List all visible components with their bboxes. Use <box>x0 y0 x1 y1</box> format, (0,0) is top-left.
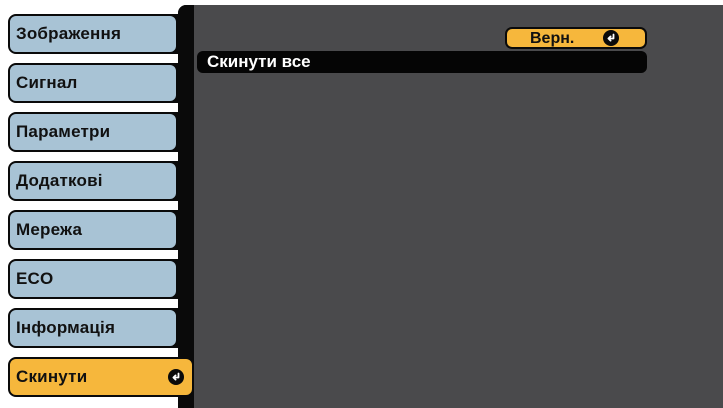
menu-item-label: Додаткові <box>16 171 103 190</box>
menu-item-label: Інформація <box>16 318 116 337</box>
menu-item-label: Параметри <box>16 122 111 141</box>
reset-all-option[interactable]: Скинути все <box>197 51 647 73</box>
menu-item-information[interactable]: Інформація <box>8 308 194 348</box>
back-button-label: Верн. <box>530 30 575 47</box>
menu-item-extended[interactable]: Додаткові <box>8 161 194 201</box>
menu-item-label: Сигнал <box>16 73 78 92</box>
back-button[interactable]: Верн. <box>505 27 647 49</box>
menu-item-settings[interactable]: Параметри <box>8 112 194 152</box>
menu-item-eco[interactable]: ECO <box>8 259 194 299</box>
menu-item-network[interactable]: Мережа <box>8 210 194 250</box>
menu-item-label: Зображення <box>16 24 122 43</box>
menu-item-image[interactable]: Зображення <box>8 14 194 54</box>
enter-arrow-icon <box>603 30 619 46</box>
main-menu-sidebar: Зображення Сигнал Параметри Додаткові Ме… <box>8 14 194 408</box>
menu-item-label: Мережа <box>16 220 83 239</box>
menu-item-label: Скинути <box>16 367 88 386</box>
menu-item-label: ECO <box>16 269 54 288</box>
enter-arrow-icon <box>168 369 184 385</box>
projector-osd-menu: Зображення Сигнал Параметри Додаткові Ме… <box>0 0 723 408</box>
menu-item-reset[interactable]: Скинути <box>8 357 194 397</box>
menu-item-signal[interactable]: Сигнал <box>8 63 194 103</box>
reset-all-label: Скинути все <box>207 52 311 71</box>
